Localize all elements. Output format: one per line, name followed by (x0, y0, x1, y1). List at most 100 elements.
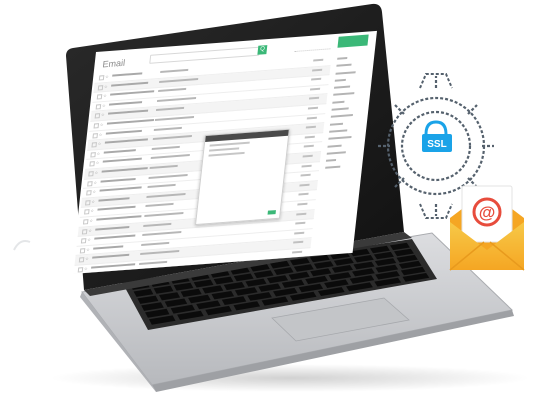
search-input[interactable] (149, 46, 261, 64)
row-subject (151, 145, 180, 150)
row-checkbox[interactable] (79, 247, 86, 254)
star-icon[interactable]: ☆ (84, 266, 88, 271)
row-checkbox[interactable] (77, 267, 84, 273)
star-icon[interactable]: ☆ (86, 247, 90, 252)
row-subject (160, 68, 189, 73)
star-icon[interactable]: ☆ (92, 189, 96, 194)
row-sender (106, 119, 155, 125)
row-date (300, 173, 311, 177)
row-sender (105, 129, 143, 135)
star-icon[interactable]: ☆ (87, 237, 91, 242)
star-icon[interactable]: ☆ (91, 199, 95, 204)
row-checkbox[interactable] (94, 113, 101, 119)
row-date (301, 164, 312, 168)
row-checkbox[interactable] (86, 190, 92, 196)
star-icon[interactable]: ☆ (95, 160, 99, 165)
row-subject (156, 96, 197, 102)
row-date (292, 250, 303, 254)
row-date (312, 68, 323, 72)
row-date (298, 193, 309, 196)
row-date (294, 231, 305, 235)
row-checkbox[interactable] (89, 161, 95, 167)
folder-item[interactable] (323, 163, 360, 172)
row-checkbox[interactable] (87, 180, 93, 187)
row-date (306, 116, 318, 120)
star-icon[interactable]: ☆ (104, 83, 108, 88)
row-checkbox[interactable] (85, 199, 91, 206)
row-checkbox[interactable] (98, 75, 105, 81)
star-icon[interactable]: ☆ (102, 103, 106, 108)
row-subject (154, 116, 195, 121)
row-sender (93, 245, 124, 250)
row-sender (95, 225, 130, 231)
row-sender (91, 263, 136, 269)
row-date (313, 58, 324, 62)
compose-popup (194, 128, 290, 226)
row-sender (100, 177, 136, 183)
compose-button[interactable] (337, 34, 369, 48)
row-sender (96, 215, 142, 221)
row-checkbox[interactable] (91, 142, 97, 148)
row-date (297, 202, 308, 206)
row-date (311, 77, 322, 81)
email-app-screen: Email Q ☆ ☆ ☆ ☆ ☆ ☆ ☆ ☆ ☆ ☆ ☆ ☆ ☆ ☆ ☆ ☆ ☆ ☆ ☆ ☆ ☆ (71, 30, 377, 274)
row-sender (103, 148, 136, 154)
star-icon[interactable]: ☆ (90, 208, 94, 213)
row-checkbox[interactable] (96, 94, 103, 100)
row-checkbox[interactable] (84, 209, 90, 215)
row-date (295, 221, 306, 225)
row-sender (102, 157, 142, 163)
row-subject (142, 231, 182, 237)
star-icon[interactable]: ☆ (96, 151, 100, 156)
row-checkbox[interactable] (81, 228, 88, 235)
app-logo: Email (102, 57, 126, 70)
row-subject (152, 135, 192, 141)
row-date (299, 183, 310, 187)
row-subject (144, 211, 184, 217)
row-subject (159, 77, 199, 83)
row-checkbox[interactable] (97, 84, 104, 91)
row-checkbox[interactable] (82, 219, 89, 225)
row-checkbox[interactable] (80, 238, 87, 244)
row-date (305, 125, 316, 129)
star-icon[interactable]: ☆ (98, 141, 102, 146)
send-button[interactable] (267, 210, 276, 215)
popup-field[interactable] (209, 147, 240, 152)
row-subject (145, 203, 174, 208)
row-sender (94, 234, 136, 240)
row-sender (98, 196, 130, 202)
star-icon[interactable]: ☆ (88, 227, 92, 232)
row-checkbox[interactable] (88, 171, 94, 177)
star-icon[interactable]: ☆ (93, 179, 97, 184)
row-subject (150, 154, 190, 160)
row-sender (110, 90, 155, 96)
row-date (293, 241, 304, 244)
ssl-label: SSL (427, 139, 446, 150)
star-icon[interactable]: ☆ (100, 122, 104, 127)
row-date (304, 135, 315, 139)
row-sender (111, 81, 149, 87)
popup-field[interactable] (209, 141, 250, 147)
star-icon[interactable]: ☆ (85, 256, 89, 261)
row-subject (140, 250, 180, 256)
popup-field[interactable] (208, 151, 245, 157)
row-checkbox[interactable] (95, 103, 102, 110)
row-sender (92, 254, 130, 259)
search-button[interactable]: Q (257, 45, 268, 55)
star-icon[interactable]: ☆ (94, 170, 98, 175)
row-subject (139, 260, 168, 265)
row-sender (101, 167, 148, 173)
star-icon[interactable]: ☆ (103, 93, 107, 98)
row-date (302, 154, 313, 158)
star-icon[interactable]: ☆ (101, 112, 105, 117)
row-checkbox[interactable] (90, 151, 96, 158)
row-checkbox[interactable] (78, 257, 85, 263)
row-sender (108, 100, 143, 106)
row-subject (146, 192, 186, 198)
row-checkbox[interactable] (92, 132, 99, 139)
star-icon[interactable]: ☆ (105, 74, 109, 79)
star-icon[interactable]: ☆ (99, 131, 103, 136)
star-icon[interactable]: ☆ (89, 218, 93, 223)
lock-icon: SSL (422, 120, 452, 152)
row-checkbox[interactable] (93, 123, 100, 129)
